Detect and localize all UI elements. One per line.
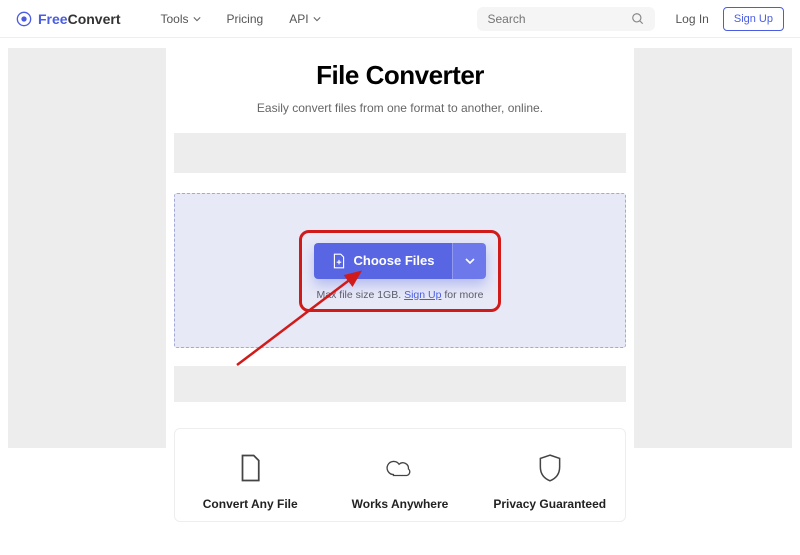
signup-button[interactable]: Sign Up	[723, 7, 784, 31]
file-add-icon	[332, 253, 346, 269]
page-subtitle: Easily convert files from one format to …	[174, 101, 625, 115]
nav-api-label: API	[289, 12, 308, 26]
ad-banner-top	[174, 133, 625, 173]
search-box[interactable]	[477, 7, 655, 31]
brand-logo-icon	[16, 11, 32, 27]
ad-right	[634, 48, 792, 448]
chevron-down-icon	[465, 256, 475, 266]
features-row: Convert Any File Works Anywhere Privacy …	[174, 428, 625, 522]
feature-anywhere: Works Anywhere	[330, 453, 470, 511]
chevron-down-icon	[313, 15, 321, 23]
nav-pricing[interactable]: Pricing	[227, 12, 264, 26]
chevron-down-icon	[193, 15, 201, 23]
feature-privacy-label: Privacy Guaranteed	[493, 497, 606, 511]
feature-convert: Convert Any File	[180, 453, 320, 511]
max-size-note: Max file size 1GB. Sign Up for more	[317, 289, 484, 301]
brand-free: Free	[38, 11, 68, 27]
main-content: File Converter Easily convert files from…	[174, 38, 625, 522]
file-dropzone[interactable]: Choose Files Max file size 1GB. Sign Up …	[174, 193, 625, 348]
site-header: FreeConvert Tools Pricing API Log In Sig…	[0, 0, 800, 38]
feature-convert-label: Convert Any File	[203, 497, 298, 511]
login-link[interactable]: Log In	[675, 12, 708, 26]
choose-files-dropdown[interactable]	[452, 243, 486, 279]
brand-logo[interactable]: FreeConvert	[16, 11, 120, 27]
file-icon	[235, 453, 265, 483]
nav-pricing-label: Pricing	[227, 12, 264, 26]
search-input[interactable]	[487, 12, 607, 26]
cloud-icon	[385, 453, 415, 483]
shield-icon	[535, 453, 565, 483]
page-title: File Converter	[174, 60, 625, 91]
nav-tools[interactable]: Tools	[160, 12, 200, 26]
primary-nav: Tools Pricing API	[160, 12, 320, 26]
choose-files-group: Choose Files	[314, 243, 487, 279]
ad-left	[8, 48, 166, 448]
choose-files-button[interactable]: Choose Files	[314, 243, 453, 279]
feature-anywhere-label: Works Anywhere	[352, 497, 449, 511]
nav-tools-label: Tools	[160, 12, 188, 26]
choose-files-label: Choose Files	[354, 253, 435, 268]
ad-banner-bottom	[174, 366, 625, 402]
search-icon	[631, 12, 645, 26]
brand-convert: Convert	[68, 11, 121, 27]
annotation-callout: Choose Files Max file size 1GB. Sign Up …	[299, 230, 502, 312]
signup-inline-link[interactable]: Sign Up	[404, 289, 441, 301]
nav-api[interactable]: API	[289, 12, 320, 26]
feature-privacy: Privacy Guaranteed	[480, 453, 620, 511]
